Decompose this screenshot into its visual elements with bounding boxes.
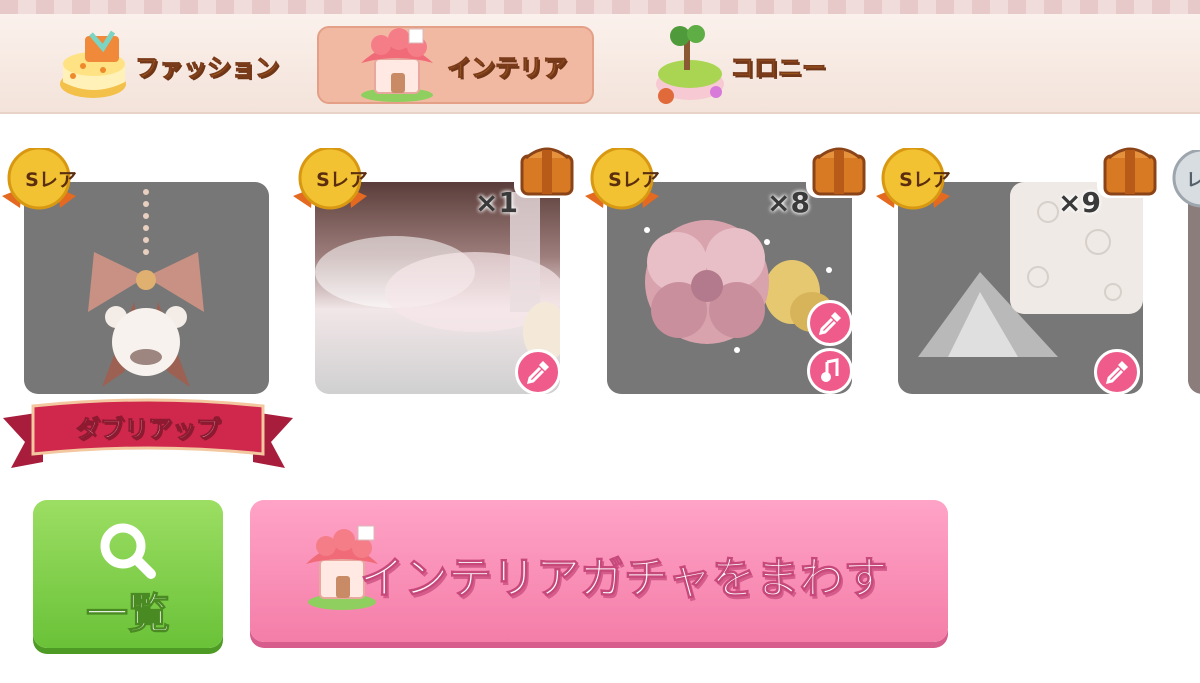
tab-fashion-label: ファッション	[135, 53, 280, 82]
sound-button[interactable]	[807, 348, 853, 394]
dropper-button[interactable]	[1094, 349, 1140, 395]
top-pattern-strip	[0, 0, 1200, 14]
dropper-button[interactable]	[807, 300, 853, 346]
tab-fashion[interactable]: ファッション	[55, 26, 285, 104]
rarity-label: Sレア	[899, 169, 951, 191]
item-count: ×8	[767, 186, 810, 219]
treasure-box-icon	[514, 142, 578, 198]
list-button[interactable]: 一覧	[33, 500, 223, 648]
cake-gift-icon	[60, 30, 126, 98]
treasure-box-icon	[806, 142, 870, 198]
item-count: ×1	[475, 186, 518, 219]
gacha-item-card[interactable]: Sレア	[2, 148, 274, 400]
tab-interior[interactable]: インテリア	[317, 26, 594, 104]
gacha-item-card[interactable]: Sレア ×8	[585, 142, 870, 400]
duplicate-up-label: ダブリアップ	[76, 415, 221, 444]
gacha-item-card-partial[interactable]	[1188, 182, 1200, 394]
house-icon	[361, 28, 433, 102]
rarity-label: Sレア	[25, 169, 77, 191]
gacha-item-card[interactable]: Sレア ×9	[876, 142, 1161, 400]
treasure-box-icon	[1097, 142, 1161, 198]
search-icon	[100, 523, 156, 579]
tab-colony[interactable]: コロニー	[650, 25, 860, 104]
gacha-item-card[interactable]: Sレア ×1	[293, 142, 578, 400]
tab-colony-label: コロニー	[730, 53, 827, 82]
list-button-label: 一覧	[85, 589, 170, 639]
dropper-button[interactable]	[515, 349, 561, 395]
interior-gacha-button[interactable]: インテリアガチャをまわす	[250, 500, 948, 642]
rarity-label: Sレア	[316, 169, 368, 191]
partial-rarity-label: レ	[1186, 170, 1200, 191]
dropper-icon	[1105, 361, 1128, 385]
tab-interior-label: インテリア	[447, 53, 568, 82]
category-tab-bar: ファッション インテリア コロニー	[0, 14, 1200, 114]
item-count: ×9	[1058, 186, 1101, 219]
dropper-icon	[818, 312, 841, 336]
interior-gacha-label: インテリアガチャをまわす	[360, 553, 889, 605]
rarity-label: Sレア	[608, 169, 660, 191]
island-tree-icon	[656, 25, 724, 104]
music-note-icon	[821, 358, 839, 382]
dropper-icon	[526, 361, 549, 385]
